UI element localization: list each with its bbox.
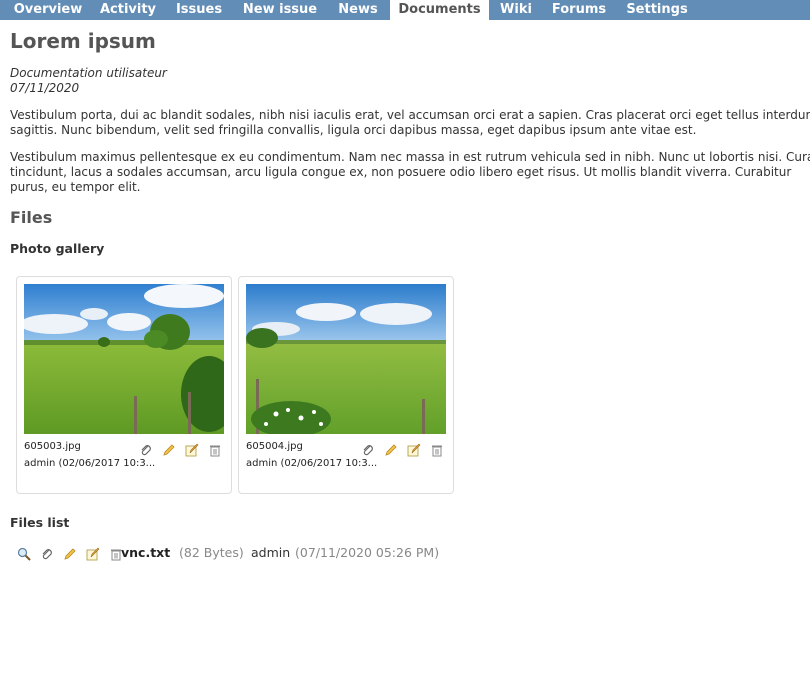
tab-forums[interactable]: Forums bbox=[543, 0, 615, 20]
file-author: admin bbox=[251, 545, 291, 560]
photo-filename: 605003.jpg bbox=[24, 441, 81, 452]
files-list-heading: Files list bbox=[10, 515, 70, 530]
description-line: tincidunt, lacus a sodales accumsan, arc… bbox=[10, 165, 792, 179]
pencil-icon[interactable] bbox=[63, 547, 79, 561]
trash-icon[interactable] bbox=[208, 443, 224, 457]
photo-thumbnail[interactable] bbox=[24, 284, 224, 434]
document-date: 07/11/2020 bbox=[10, 81, 80, 95]
photo-author: admin (02/06/2017 10:3... bbox=[24, 458, 156, 469]
document-category: Documentation utilisateur bbox=[10, 66, 167, 80]
tab-activity[interactable]: Activity bbox=[92, 0, 164, 20]
tab-settings[interactable]: Settings bbox=[617, 0, 697, 20]
description-line: Vestibulum maximus pellentesque ex eu co… bbox=[10, 150, 810, 164]
photo-filename: 605004.jpg bbox=[246, 441, 303, 452]
magnifier-icon[interactable] bbox=[17, 547, 33, 561]
tab-overview[interactable]: Overview bbox=[6, 0, 90, 20]
edit-note-icon[interactable] bbox=[407, 443, 423, 457]
gallery-card: 605003.jpg admin (02/06/2017 10:3... bbox=[16, 276, 232, 494]
pencil-icon[interactable] bbox=[384, 443, 400, 457]
tab-issues[interactable]: Issues bbox=[166, 0, 232, 20]
gallery-card: 605004.jpg admin (02/06/2017 10:3... bbox=[238, 276, 454, 494]
main-menu: Overview Activity Issues New issue News … bbox=[0, 0, 810, 20]
file-size: (82 Bytes) bbox=[179, 545, 244, 560]
trash-icon[interactable] bbox=[430, 443, 446, 457]
gallery-heading: Photo gallery bbox=[10, 241, 105, 256]
tab-news[interactable]: News bbox=[328, 0, 388, 20]
description-line: sagittis. Nunc bibendum, velit sed fring… bbox=[10, 123, 697, 137]
file-date: (07/11/2020 05:26 PM) bbox=[295, 545, 440, 560]
paperclip-icon[interactable] bbox=[40, 547, 56, 561]
edit-note-icon[interactable] bbox=[185, 443, 201, 457]
description-line: Vestibulum porta, dui ac blandit sodales… bbox=[10, 108, 810, 122]
tab-wiki[interactable]: Wiki bbox=[491, 0, 541, 20]
paperclip-icon[interactable] bbox=[361, 443, 377, 457]
file-name-link[interactable]: vnc.txt bbox=[121, 545, 170, 560]
photo-author: admin (02/06/2017 10:3... bbox=[246, 458, 378, 469]
description-line: purus, eu tempor elit. bbox=[10, 180, 141, 194]
edit-note-icon[interactable] bbox=[86, 547, 102, 561]
page-title: Lorem ipsum bbox=[10, 29, 156, 53]
files-heading: Files bbox=[10, 208, 53, 227]
pencil-icon[interactable] bbox=[162, 443, 178, 457]
paperclip-icon[interactable] bbox=[139, 443, 155, 457]
tab-new-issue[interactable]: New issue bbox=[234, 0, 326, 20]
photo-thumbnail[interactable] bbox=[246, 284, 446, 434]
tab-documents[interactable]: Documents bbox=[390, 0, 489, 20]
